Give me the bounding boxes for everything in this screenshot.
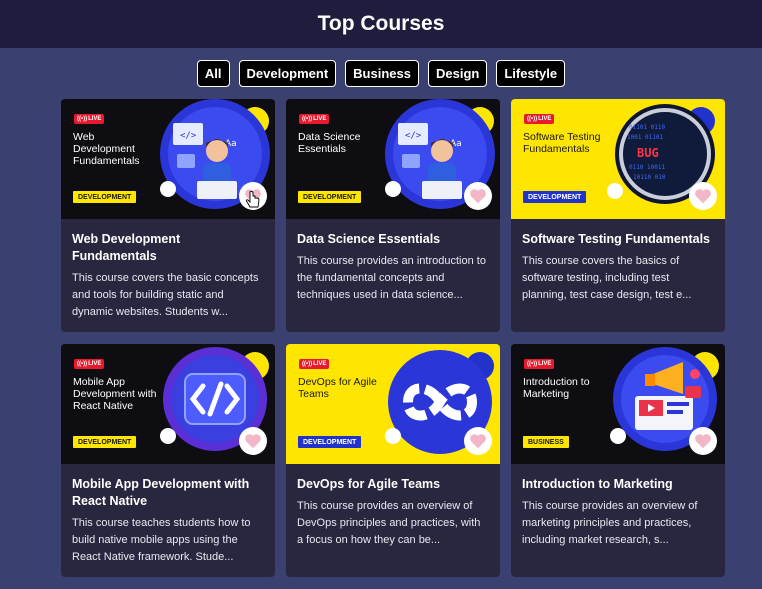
live-badge: ((•)) LIVE bbox=[299, 359, 330, 369]
course-title[interactable]: Introduction to Marketing bbox=[522, 476, 714, 493]
category-tag: BUSINESS bbox=[523, 436, 569, 448]
course-card[interactable]: ((•)) LIVE Data Science Essentials DEVELO… bbox=[286, 99, 500, 332]
live-badge: ((•)) LIVE bbox=[74, 114, 105, 124]
favorite-button[interactable] bbox=[689, 182, 717, 210]
favorite-button[interactable] bbox=[239, 427, 267, 455]
live-badge: ((•)) LIVE bbox=[524, 359, 555, 369]
course-thumbnail: ((•)) LIVE DevOps for Agile Teams DEVELOP… bbox=[286, 344, 500, 464]
heart-icon bbox=[245, 434, 261, 449]
live-icon: ((•)) bbox=[527, 361, 538, 367]
thumbnail-title: Data Science Essentials bbox=[298, 131, 361, 155]
course-description: This course provides an overview of mark… bbox=[522, 500, 698, 546]
favorite-button[interactable] bbox=[464, 427, 492, 455]
page-title: Top Courses bbox=[317, 12, 445, 35]
course-description: This course provides an overview of DevO… bbox=[297, 500, 481, 546]
category-tag: DEVELOPMENT bbox=[523, 191, 587, 203]
filter-development-button[interactable]: Development bbox=[238, 60, 337, 87]
thumbnail-title: Software Testing Fundamentals bbox=[523, 131, 601, 155]
live-icon: ((•)) bbox=[302, 361, 313, 367]
course-thumbnail: ((•)) LIVE Web Development Fundamentals D… bbox=[61, 99, 275, 219]
live-badge: ((•)) LIVE bbox=[74, 359, 105, 369]
course-card[interactable]: ((•)) LIVE Web Development Fundamentals D… bbox=[61, 99, 275, 332]
category-tag: DEVELOPMENT bbox=[298, 436, 362, 448]
course-thumbnail: ((•)) LIVE Mobile App Development with Re… bbox=[61, 344, 275, 464]
heart-icon bbox=[695, 434, 711, 449]
heart-icon bbox=[695, 189, 711, 204]
svg-text:</>: </> bbox=[180, 131, 197, 141]
course-description: This course covers the basic concepts an… bbox=[72, 272, 259, 318]
course-description: This course provides an introduction to … bbox=[297, 255, 486, 301]
top-bar: Top Courses bbox=[0, 0, 762, 48]
svg-text:BUG: BUG bbox=[637, 146, 659, 160]
favorite-button[interactable] bbox=[464, 182, 492, 210]
svg-text:0110 10011: 0110 10011 bbox=[629, 164, 666, 171]
favorite-button[interactable] bbox=[689, 427, 717, 455]
live-icon: ((•)) bbox=[302, 116, 313, 122]
live-badge: ((•)) LIVE bbox=[299, 114, 330, 124]
svg-text:10110 010: 10110 010 bbox=[633, 174, 666, 181]
thumbnail-title: Introduction to Marketing bbox=[523, 376, 590, 400]
heart-icon bbox=[470, 189, 486, 204]
live-icon: ((•)) bbox=[527, 116, 538, 122]
course-title[interactable]: Web Development Fundamentals bbox=[72, 231, 264, 265]
category-tag: DEVELOPMENT bbox=[73, 436, 137, 448]
course-card[interactable]: ((•)) LIVE DevOps for Agile Teams DEVELOP… bbox=[286, 344, 500, 577]
svg-text:1001 01101: 1001 01101 bbox=[627, 134, 664, 141]
heart-icon bbox=[470, 434, 486, 449]
course-thumbnail: ((•)) LIVE Data Science Essentials DEVELO… bbox=[286, 99, 500, 219]
thumbnail-title: Web Development Fundamentals bbox=[73, 131, 140, 167]
live-badge: ((•)) LIVE bbox=[524, 114, 555, 124]
course-title[interactable]: Mobile App Development with React Native bbox=[72, 476, 264, 510]
course-description: This course teaches students how to buil… bbox=[72, 517, 251, 563]
course-title[interactable]: DevOps for Agile Teams bbox=[297, 476, 489, 493]
category-tag: DEVELOPMENT bbox=[298, 191, 362, 203]
course-description: This course covers the basics of softwar… bbox=[522, 255, 692, 301]
hand-pointer-icon bbox=[246, 191, 260, 208]
course-card[interactable]: ((•)) LIVE Mobile App Development with Re… bbox=[61, 344, 275, 577]
thumbnail-title: Mobile App Development with React Native bbox=[73, 376, 157, 412]
course-title[interactable]: Software Testing Fundamentals bbox=[522, 231, 714, 248]
live-icon: ((•)) bbox=[77, 116, 88, 122]
category-tag: DEVELOPMENT bbox=[73, 191, 137, 203]
svg-text:</>: </> bbox=[405, 131, 422, 141]
course-thumbnail: ((•)) LIVE Introduction to Marketing BUSI… bbox=[511, 344, 725, 464]
filter-all-button[interactable]: All bbox=[196, 60, 230, 87]
course-card[interactable]: ((•)) LIVE Introduction to Marketing BUSI… bbox=[511, 344, 725, 577]
course-title[interactable]: Data Science Essentials bbox=[297, 231, 489, 248]
filter-lifestyle-button[interactable]: Lifestyle bbox=[496, 60, 566, 87]
filter-design-button[interactable]: Design bbox=[427, 60, 488, 87]
category-filters: All Development Business Design Lifestyl… bbox=[0, 60, 762, 87]
course-card[interactable]: ((•)) LIVE Software Testing Fundamentals … bbox=[511, 99, 725, 332]
svg-text:01101 0110: 01101 0110 bbox=[629, 124, 666, 131]
course-thumbnail: ((•)) LIVE Software Testing Fundamentals … bbox=[511, 99, 725, 219]
live-icon: ((•)) bbox=[77, 361, 88, 367]
filter-business-button[interactable]: Business bbox=[345, 60, 419, 87]
course-grid: ((•)) LIVE Web Development Fundamentals D… bbox=[61, 99, 725, 577]
thumbnail-title: DevOps for Agile Teams bbox=[298, 376, 377, 400]
